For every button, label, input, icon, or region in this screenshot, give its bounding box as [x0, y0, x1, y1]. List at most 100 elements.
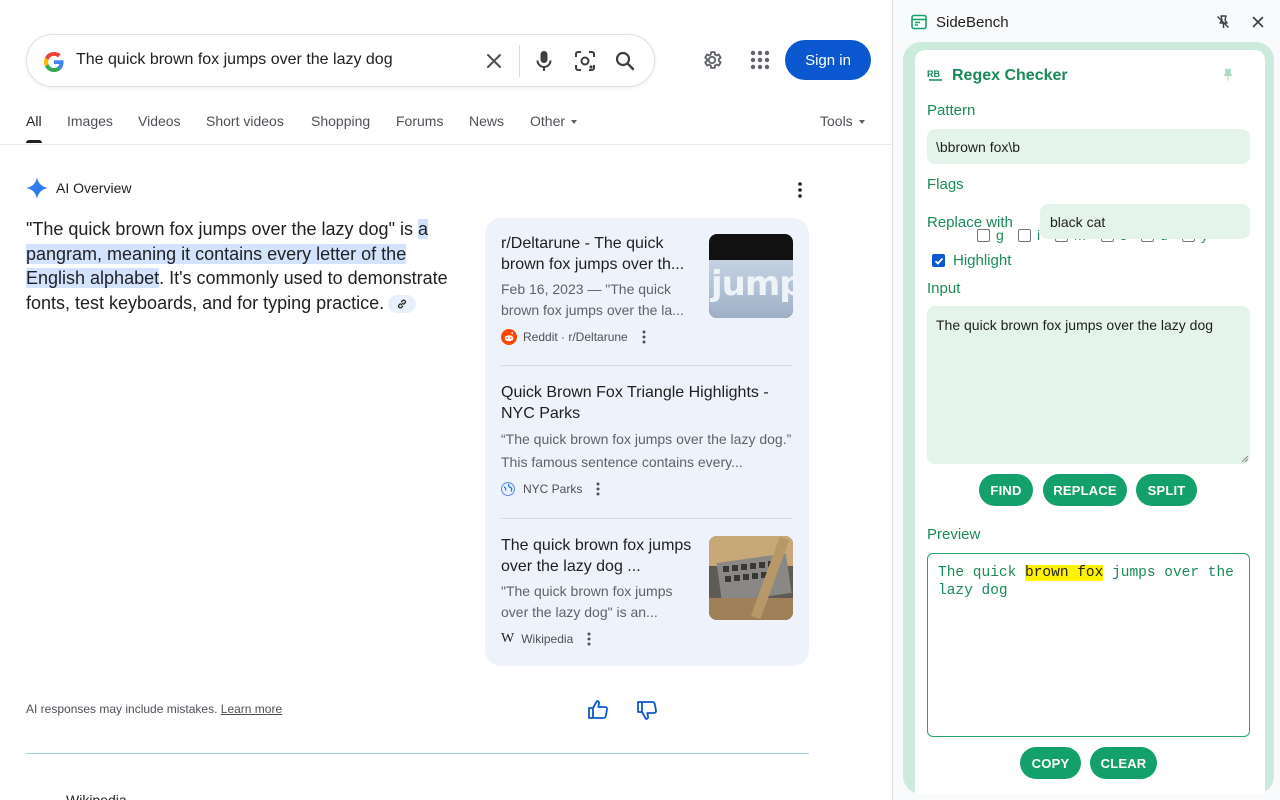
source-meta: W Wikipedia	[501, 630, 793, 648]
source-snippet: "The quick brown fox jumps over the lazy…	[501, 583, 673, 620]
search-results-page: The quick brown fox jumps over the lazy …	[0, 0, 892, 800]
flags-label: Flags	[927, 176, 964, 193]
source-title[interactable]: r/Deltarune - The quick brown fox jumps …	[501, 234, 701, 275]
ai-overview-text: "The quick brown fox jumps over the lazy…	[26, 217, 456, 315]
highlight-label: Highlight	[953, 252, 1012, 269]
wikipedia-icon: W	[501, 631, 515, 646]
source-more-icon[interactable]	[596, 482, 600, 496]
apps-grid-icon[interactable]	[748, 48, 772, 72]
pattern-label: Pattern	[927, 102, 976, 119]
unpin-icon[interactable]	[1215, 14, 1231, 30]
tab-shopping[interactable]: Shopping	[311, 113, 370, 129]
source-site: Wikipedia	[521, 632, 574, 646]
checkbox[interactable]	[1018, 228, 1031, 242]
source-divider	[501, 518, 793, 519]
thumbnail-text: jump	[711, 264, 793, 304]
tab-videos[interactable]: Videos	[138, 113, 181, 129]
thumbs-down-icon[interactable]	[635, 698, 659, 722]
search-input[interactable]: The quick brown fox jumps over the lazy …	[76, 51, 393, 69]
split-button[interactable]: SPLIT	[1136, 474, 1197, 506]
chevron-down-icon	[571, 120, 578, 125]
ai-sources-panel: r/Deltarune - The quick brown fox jumps …	[485, 218, 809, 666]
preview-output: The quick brown fox jumps over the lazy …	[927, 553, 1250, 737]
google-logo-icon	[44, 52, 64, 72]
highlight-checkbox[interactable]: Highlight	[932, 252, 1011, 269]
clear-search-icon[interactable]	[482, 49, 506, 73]
thumbs-up-icon[interactable]	[586, 698, 610, 722]
preview-text-before: The quick	[938, 565, 1026, 581]
tool-title: Regex Checker	[952, 67, 1068, 84]
input-label: Input	[927, 280, 961, 297]
tab-all[interactable]: All	[26, 113, 42, 129]
ai-sparkle-icon	[26, 177, 48, 199]
copy-button[interactable]: COPY	[1020, 747, 1081, 779]
source-site: Reddit · r/Deltarune	[523, 330, 628, 344]
pin-icon[interactable]	[1221, 68, 1235, 82]
more-options-icon[interactable]	[790, 180, 810, 200]
ai-disclaimer: AI responses may include mistakes. Learn…	[26, 702, 282, 716]
source-divider	[501, 365, 793, 366]
regex-checker-card: RB Regex Checker Pattern \bbrown fox\b F…	[915, 50, 1265, 794]
search-divider	[519, 45, 520, 77]
tab-news[interactable]: News	[469, 113, 504, 129]
resize-handle-icon[interactable]	[1241, 455, 1249, 463]
search-icon[interactable]	[613, 49, 637, 73]
search-box[interactable]: The quick brown fox jumps over the lazy …	[26, 34, 655, 87]
replace-label: Replace with	[927, 214, 1013, 231]
source-meta: Reddit · r/Deltarune	[501, 328, 793, 346]
tab-short-videos[interactable]: Short videos	[206, 113, 284, 129]
clear-button[interactable]: CLEAR	[1090, 747, 1157, 779]
source-title[interactable]: The quick brown fox jumps over the lazy …	[501, 536, 701, 577]
svg-text:RB: RB	[927, 69, 940, 79]
pattern-input[interactable]: \bbrown fox\b	[927, 129, 1250, 164]
globe-icon	[501, 482, 515, 496]
source-title[interactable]: Quick Brown Fox Triangle Highlights - NY…	[501, 383, 793, 424]
active-tab-indicator	[26, 140, 42, 143]
source-snippet: “The quick brown fox jumps over the lazy…	[501, 431, 792, 470]
link-icon	[398, 299, 407, 309]
preview-label: Preview	[927, 526, 981, 543]
source-more-icon[interactable]	[642, 330, 646, 344]
tools-button[interactable]: Tools	[820, 113, 865, 129]
tab-images[interactable]: Images	[67, 113, 113, 129]
replace-input[interactable]: black cat	[1040, 204, 1250, 239]
type-blocks-image	[709, 536, 793, 620]
source-site: NYC Parks	[523, 482, 583, 496]
ai-overview-title: AI Overview	[56, 180, 132, 196]
source-thumbnail[interactable]	[709, 536, 793, 620]
source-snippet: Feb 16, 2023 — "The quick brown fox jump…	[501, 281, 684, 318]
disclaimer-text: AI responses may include mistakes.	[26, 702, 218, 716]
ai-text-before: "The quick brown fox jumps over the lazy…	[26, 219, 418, 239]
tab-other-label: Other	[530, 113, 566, 129]
input-textarea[interactable]: The quick brown fox jumps over the lazy …	[927, 306, 1250, 464]
tab-forums[interactable]: Forums	[396, 113, 443, 129]
close-panel-icon[interactable]	[1250, 14, 1266, 30]
search-tabs: All Images Videos Short videos Shopping …	[0, 110, 892, 144]
sidebench-logo-icon	[911, 14, 927, 30]
tool-frame: RB Regex Checker Pattern \bbrown fox\b F…	[903, 42, 1274, 794]
section-divider	[26, 753, 809, 754]
chevron-down-icon	[858, 120, 865, 125]
tools-label: Tools	[820, 113, 853, 129]
flag-i-checkbox[interactable]: i	[1018, 227, 1040, 243]
sidebench-title: SideBench	[936, 14, 1009, 31]
sign-in-button[interactable]: Sign in	[785, 40, 871, 80]
checkbox-checked[interactable]	[932, 254, 945, 267]
microphone-icon[interactable]	[532, 49, 556, 73]
preview-match-highlight: brown fox	[1025, 565, 1104, 581]
learn-more-link[interactable]: Learn more	[221, 702, 282, 716]
tab-other[interactable]: Other	[530, 113, 578, 129]
replace-button[interactable]: REPLACE	[1043, 474, 1127, 506]
tabs-divider	[0, 144, 892, 145]
source-link-chip[interactable]	[388, 294, 417, 313]
find-button[interactable]: FIND	[979, 474, 1033, 506]
regex-icon: RB	[927, 69, 942, 81]
settings-gear-icon[interactable]	[700, 48, 724, 72]
source-card-nyc-parks[interactable]: Quick Brown Fox Triangle Highlights - NY…	[501, 383, 793, 498]
lens-camera-icon[interactable]	[573, 49, 597, 73]
next-result-peek[interactable]: Wikipedia	[66, 792, 127, 800]
sidebench-panel: SideBench RB Regex Checker Pattern \bbro…	[892, 0, 1280, 800]
source-thumbnail[interactable]: jump	[709, 234, 793, 318]
source-meta: NYC Parks	[501, 480, 793, 498]
source-more-icon[interactable]	[587, 632, 591, 646]
